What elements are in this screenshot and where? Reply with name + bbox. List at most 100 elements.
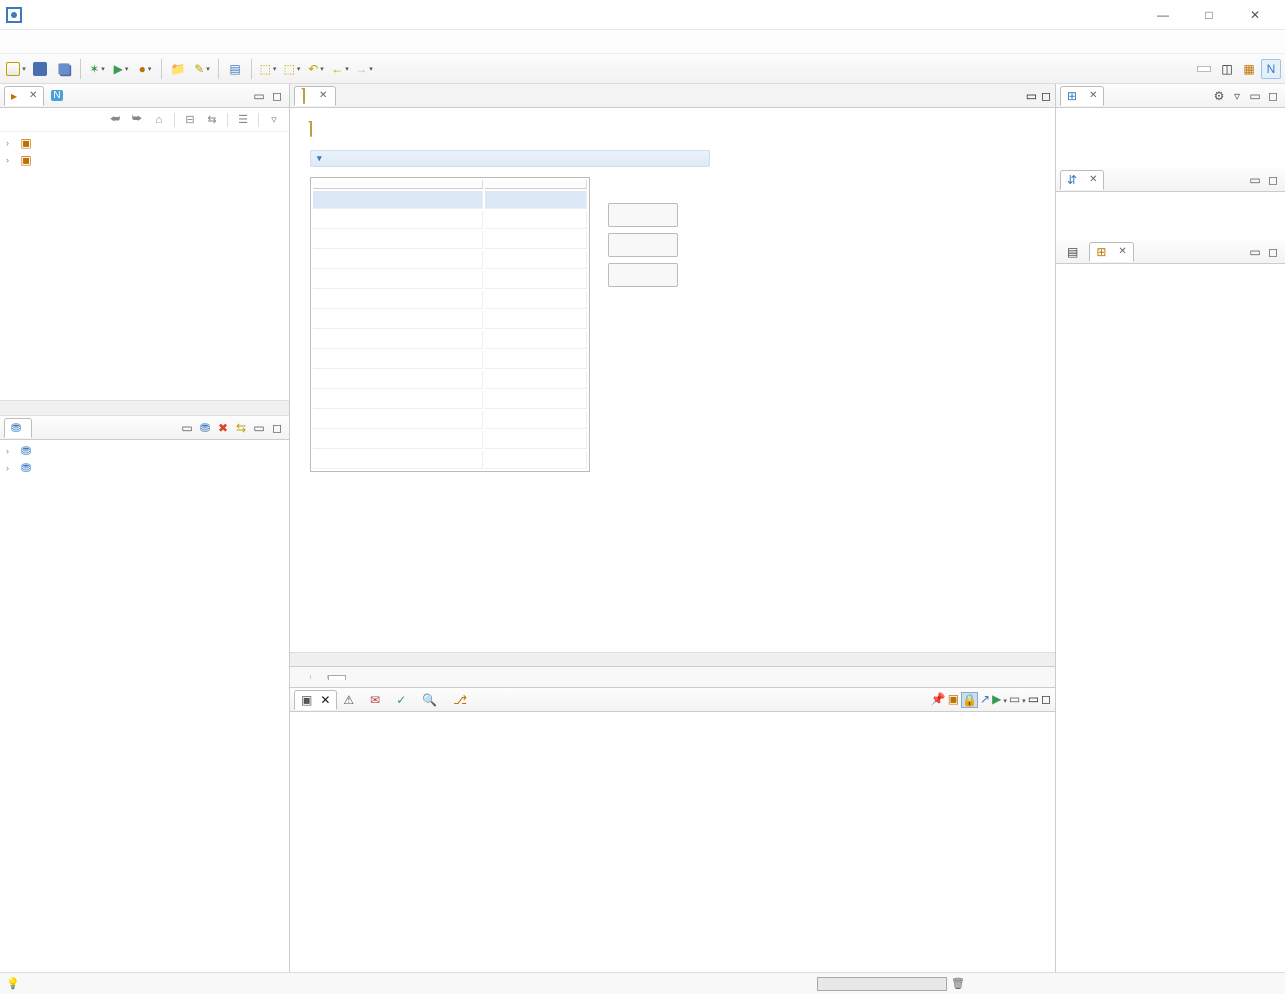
maximize-editor-button[interactable]: ◻ <box>1041 89 1051 103</box>
window-close-button[interactable]: ✕ <box>1241 8 1269 22</box>
remove-button[interactable] <box>608 233 678 257</box>
editor-tab[interactable]: ✕ <box>294 86 336 106</box>
window-minimize-button[interactable]: — <box>1149 8 1177 22</box>
minimize-editor-button[interactable]: ▭ <box>1026 89 1037 103</box>
objects-table[interactable] <box>310 177 590 472</box>
minimize-view-button[interactable]: ▭ <box>1247 88 1263 104</box>
outline-tab[interactable]: ⊞ ✕ <box>1060 86 1104 106</box>
minimize-view-button[interactable]: ▭ <box>251 420 267 436</box>
editor-scrollbar[interactable] <box>290 652 1055 666</box>
debug-button[interactable]: ✶ <box>86 58 108 80</box>
natural-navigator-tab[interactable]: N <box>44 87 73 104</box>
close-icon[interactable]: ✕ <box>1118 246 1126 257</box>
table-row[interactable] <box>313 411 587 429</box>
table-row[interactable] <box>313 271 587 289</box>
perspective-resource-button[interactable]: ▦ <box>1239 59 1259 79</box>
window-maximize-button[interactable]: □ <box>1195 8 1223 22</box>
git-staging-tab[interactable]: ⎇ <box>447 691 477 709</box>
navigator-tree[interactable]: › ▣ › ▣ <box>0 132 289 400</box>
maximize-view-button[interactable]: ◻ <box>269 88 285 104</box>
table-row[interactable] <box>313 311 587 329</box>
gc-icon[interactable]: 🗑 <box>951 977 965 990</box>
console-clear-icon[interactable]: ↗ <box>980 692 990 708</box>
lightbulb-icon[interactable]: 💡 <box>6 977 20 990</box>
tree-item[interactable]: › ▣ <box>2 151 287 168</box>
page-tab-overview[interactable] <box>294 675 311 679</box>
table-row[interactable] <box>313 251 587 269</box>
maximize-view-button[interactable]: ◻ <box>269 420 285 436</box>
menu-file[interactable] <box>8 39 24 45</box>
table-row[interactable] <box>313 291 587 309</box>
table-row[interactable] <box>313 451 587 469</box>
run-last-button[interactable]: ● <box>134 58 156 80</box>
menu-window[interactable] <box>128 39 144 45</box>
search-button[interactable]: ✎ <box>191 58 213 80</box>
minimize-view-button[interactable]: ▭ <box>1028 692 1039 708</box>
console-new-icon[interactable]: ▭ <box>1009 692 1026 708</box>
tree-item[interactable]: › ⛃ <box>2 459 287 476</box>
menu-search[interactable] <box>68 39 84 45</box>
menu-project[interactable] <box>88 39 104 45</box>
server-btn-1[interactable]: ▭ <box>179 420 195 436</box>
minimize-view-button[interactable]: ▭ <box>251 88 267 104</box>
table-row[interactable] <box>313 371 587 389</box>
open-perspective-button[interactable]: ◫ <box>1217 59 1237 79</box>
memory-indicator[interactable]: 🗑 <box>817 977 965 991</box>
horizontal-scrollbar[interactable] <box>0 400 289 416</box>
import-button[interactable] <box>608 263 678 287</box>
close-icon[interactable]: ✕ <box>319 90 327 101</box>
predict-tab[interactable]: ⊞ ✕ <box>1089 242 1133 262</box>
menu-run[interactable] <box>108 39 124 45</box>
minimize-view-button[interactable]: ▭ <box>1247 244 1263 260</box>
outline-menu-icon[interactable]: ▿ <box>1229 88 1245 104</box>
maximize-view-button[interactable]: ◻ <box>1041 692 1051 708</box>
table-row[interactable] <box>313 231 587 249</box>
menu-help[interactable] <box>148 39 164 45</box>
nav-home-icon[interactable]: ⌂ <box>150 111 168 129</box>
details-tab[interactable]: 🔍 <box>416 691 447 709</box>
properties-tab[interactable]: ▤ <box>1060 242 1089 262</box>
minimize-view-button[interactable]: ▭ <box>1247 172 1263 188</box>
col-object-id[interactable] <box>313 180 483 189</box>
console-body[interactable] <box>290 712 1055 972</box>
natural-server-tree[interactable]: › ⛃ › ⛃ <box>0 440 289 972</box>
page-tab-extended-description[interactable] <box>311 675 328 679</box>
table-row[interactable] <box>313 191 587 209</box>
last-edit-button[interactable]: ↶ <box>305 58 327 80</box>
nav-back-icon[interactable]: ⮨ <box>106 111 124 129</box>
nav-next-annotation-button[interactable]: ⬚ <box>281 58 303 80</box>
collapse-all-icon[interactable]: ⊟ <box>181 111 199 129</box>
dependencies-tab[interactable]: ⇵ ✕ <box>1060 170 1104 190</box>
toggle-button[interactable]: ▤ <box>224 58 246 80</box>
lastmsg-tab[interactable]: ✉ <box>364 691 390 709</box>
nav-forward-icon[interactable]: ⮩ <box>128 111 146 129</box>
link-editor-icon[interactable]: ⇆ <box>203 111 221 129</box>
table-row[interactable] <box>313 431 587 449</box>
console-pin-icon[interactable]: 📌 <box>931 692 946 708</box>
tasks-tab[interactable]: ✓ <box>390 691 416 709</box>
maximize-view-button[interactable]: ◻ <box>1265 88 1281 104</box>
outline-setting-icon[interactable]: ⚙ <box>1211 88 1227 104</box>
predict-tree[interactable] <box>1056 264 1285 972</box>
console-display-icon[interactable]: ▣ <box>948 692 959 708</box>
table-row[interactable] <box>313 331 587 349</box>
perspective-natural-button[interactable]: N <box>1261 59 1281 79</box>
forward-button[interactable]: → <box>353 58 375 80</box>
page-tab-included-objects[interactable] <box>328 675 346 680</box>
table-row[interactable] <box>313 351 587 369</box>
server-btn-4[interactable]: ⇆ <box>233 420 249 436</box>
nav-prev-annotation-button[interactable]: ⬚ <box>257 58 279 80</box>
menu-navigate[interactable] <box>48 39 64 45</box>
server-btn-2[interactable]: ⛃ <box>197 420 213 436</box>
add-button[interactable] <box>608 203 678 227</box>
close-icon[interactable]: ✕ <box>320 693 330 707</box>
navigator-tab[interactable]: ▸ ✕ <box>4 86 44 106</box>
natural-server-tab[interactable]: ⛃ <box>4 418 32 438</box>
tree-item[interactable]: › ⛃ <box>2 442 287 459</box>
maximize-view-button[interactable]: ◻ <box>1265 244 1281 260</box>
open-type-button[interactable]: 📁 <box>167 58 189 80</box>
section-header[interactable] <box>310 150 710 167</box>
close-icon[interactable]: ✕ <box>29 90 37 101</box>
close-icon[interactable]: ✕ <box>1089 90 1097 101</box>
table-row[interactable] <box>313 211 587 229</box>
